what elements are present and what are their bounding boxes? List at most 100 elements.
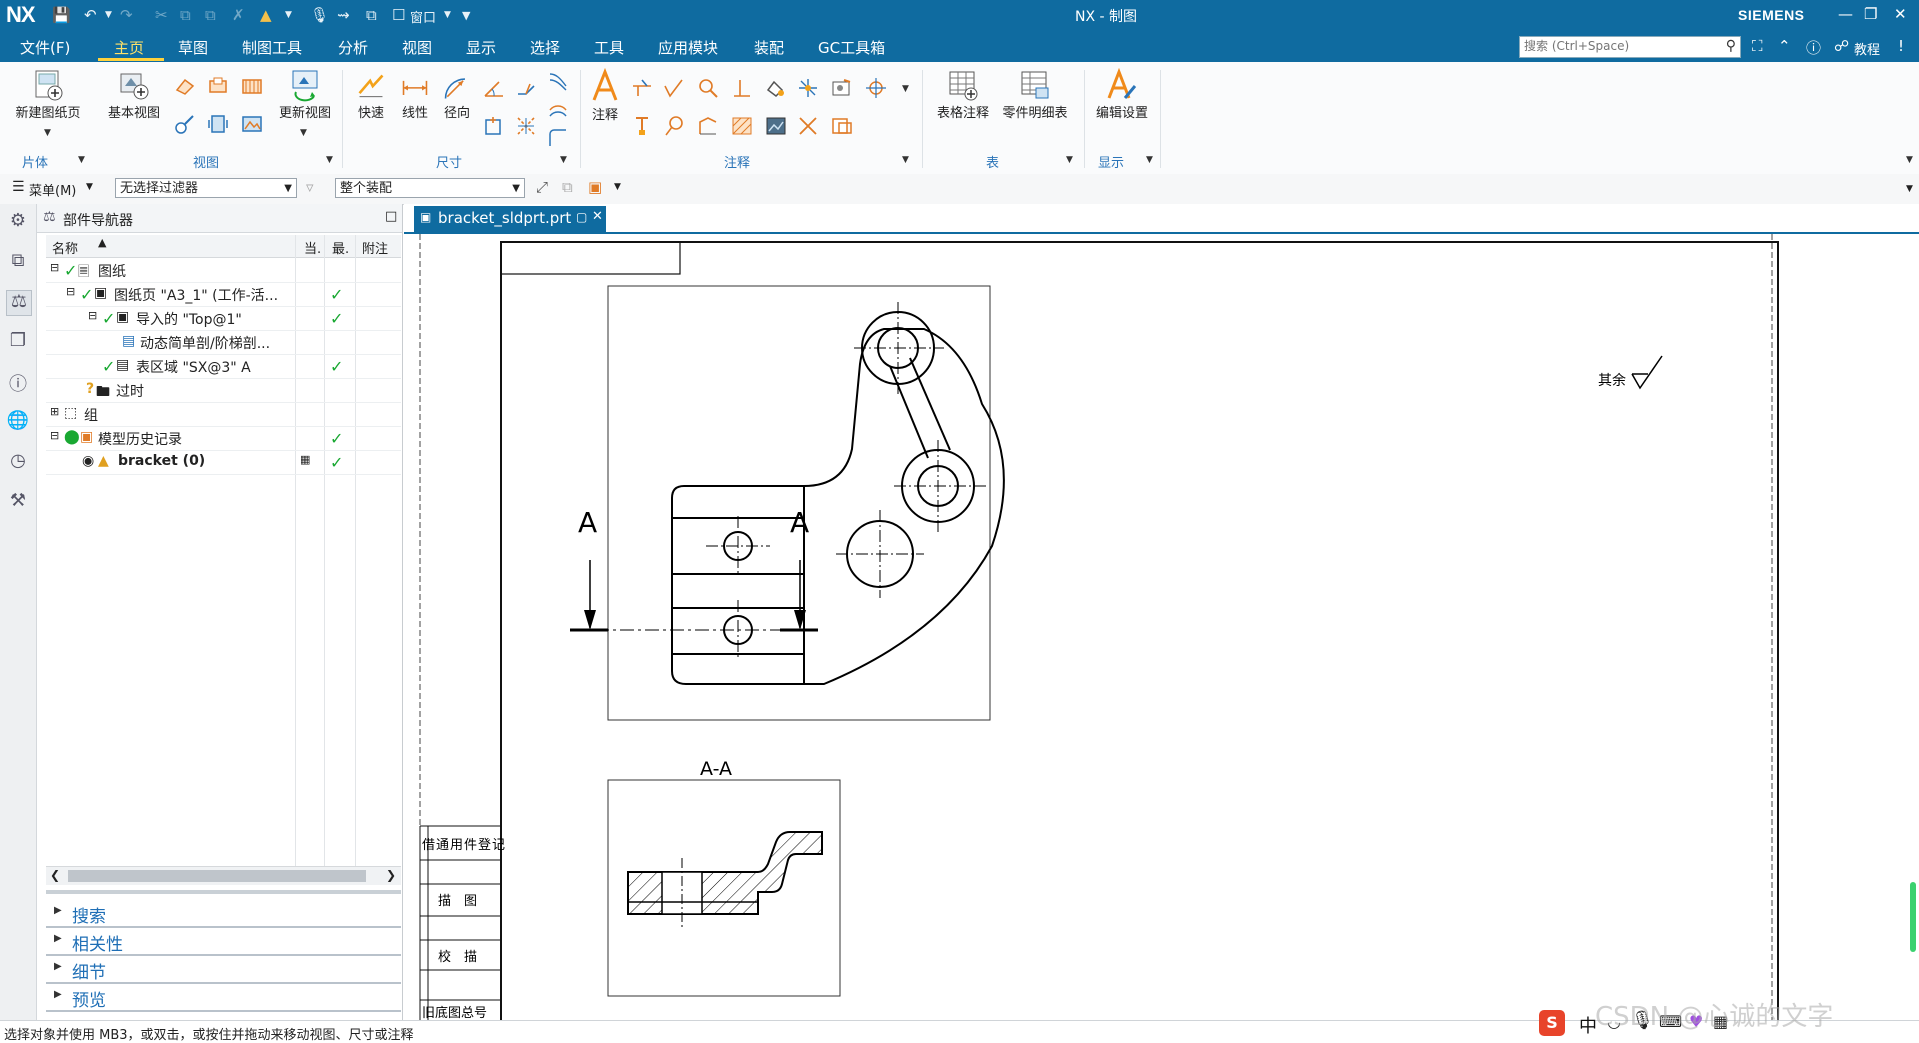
cut-icon[interactable]: ✂	[155, 6, 168, 24]
radial-dimension-button[interactable]: 径向	[436, 72, 478, 121]
web-browser-icon[interactable]: 🌐	[6, 410, 30, 434]
datum-feature-icon[interactable]	[696, 76, 720, 100]
tree-row-section-line[interactable]: ▤ 动态简单剖/阶梯剖...	[46, 330, 401, 355]
expand-icon[interactable]: ⊞	[50, 405, 59, 418]
angular-dimension-icon[interactable]	[482, 76, 506, 100]
search-icon[interactable]: ⚲	[1726, 38, 1736, 54]
table-group-dropdown-icon[interactable]: ▼	[1066, 155, 1073, 165]
drawing-view-icon[interactable]	[240, 112, 264, 136]
tree-row-bracket[interactable]: ◉ ▲ bracket (0) ▦ ✓	[46, 450, 401, 475]
tree-row-groups[interactable]: ⊞ ⬚ 组	[46, 402, 401, 427]
info-icon[interactable]: ⓘ	[6, 370, 30, 395]
ordinate-dimension-icon[interactable]	[482, 114, 506, 138]
parts-list-button[interactable]: 零件明细表	[998, 68, 1072, 121]
checkmark-icon[interactable]: ✓	[102, 309, 115, 328]
thickness-dimension-icon[interactable]	[546, 68, 570, 92]
crosshatch-icon[interactable]	[730, 114, 754, 138]
centerline-icon[interactable]	[864, 76, 888, 100]
menu-view[interactable]: 视图	[402, 37, 432, 58]
menu-display[interactable]: 显示	[466, 37, 496, 58]
scroll-right-icon[interactable]: ❯	[386, 868, 396, 882]
checkmark-icon[interactable]: ✓	[64, 261, 77, 280]
column-latest[interactable]: 最.	[332, 238, 349, 257]
new-sheet-button[interactable]: 新建图纸页	[10, 68, 86, 121]
area-fill-icon[interactable]	[764, 114, 788, 138]
panel-splitter[interactable]	[46, 890, 401, 894]
coordinate-dimension-icon[interactable]	[514, 114, 538, 138]
hole-table-icon[interactable]	[830, 114, 854, 138]
tree-row-sheet[interactable]: ⊟ ✓ ▣ 图纸页 "A3_1" (工作-活... ✓	[46, 282, 401, 307]
undo-dropdown-icon[interactable]: ▼	[105, 10, 112, 20]
toolbar-options-dropdown-icon[interactable]: ▼	[1906, 184, 1913, 194]
tutorial-icon[interactable]: ☍	[1834, 37, 1849, 55]
command-finder-icon[interactable]: ⇝	[337, 6, 350, 24]
ribbon-options-dropdown-icon[interactable]: ▼	[1906, 155, 1913, 165]
dimension-group-dropdown-icon[interactable]: ▼	[560, 155, 567, 165]
weld-symbol-icon[interactable]	[764, 76, 788, 100]
collapse-icon[interactable]: ⊟	[88, 309, 97, 322]
section-dependencies[interactable]: ▶ 相关性	[46, 928, 401, 956]
menu-analysis[interactable]: 分析	[338, 37, 368, 58]
history-clock-icon[interactable]: ◷	[6, 450, 30, 474]
tree-row-outdated[interactable]: ? 🖿 过时	[46, 378, 401, 403]
alert-icon[interactable]: !	[1898, 37, 1904, 55]
minimize-icon[interactable]: —	[1838, 5, 1853, 23]
customize-qat-icon[interactable]: ▼	[462, 9, 470, 22]
delete-icon[interactable]: ✗	[232, 6, 245, 24]
drawing-sheet[interactable]	[404, 234, 1919, 1020]
update-view-dropdown-icon[interactable]: ▼	[300, 128, 307, 138]
assembly-navigator-icon[interactable]: ⧉	[6, 250, 30, 274]
collapse-icon[interactable]: ⊟	[66, 285, 75, 298]
menu-drafting-tools[interactable]: 制图工具	[242, 37, 302, 58]
menu-tools[interactable]: 工具	[594, 37, 624, 58]
detach-tab-icon[interactable]: ▢	[576, 210, 587, 224]
menu-file[interactable]: 文件(F)	[20, 37, 70, 58]
id-symbol-icon[interactable]	[630, 114, 654, 138]
base-view-button[interactable]: 基本视图	[104, 68, 164, 121]
copy-icon[interactable]: ⧉	[180, 6, 191, 24]
linear-dimension-button[interactable]: 线性	[394, 72, 436, 121]
save-icon[interactable]: 💾	[52, 6, 71, 24]
close-icon[interactable]: ✕	[1894, 5, 1907, 23]
view-creation-wizard-icon[interactable]	[206, 112, 230, 136]
vertical-scroll-indicator[interactable]	[1910, 882, 1916, 952]
section-label-left[interactable]: A	[578, 506, 597, 539]
tree-row-drawing[interactable]: ⊟ ✓ 🗏 图纸	[46, 258, 401, 283]
redo-icon[interactable]: ↷	[120, 6, 133, 24]
image-note-icon[interactable]	[830, 76, 854, 100]
scroll-left-icon[interactable]: ❮	[50, 868, 60, 882]
menu-button[interactable]: 菜单(M)	[29, 180, 76, 199]
menu-gc-toolkit[interactable]: GC工具箱	[818, 37, 885, 58]
part-navigator-icon[interactable]: ⚖	[6, 290, 32, 316]
edit-settings-button[interactable]: 编辑设置	[1090, 68, 1154, 121]
menu-lines-icon[interactable]: ☰	[12, 179, 25, 195]
microphone-icon[interactable]: 🎙	[310, 6, 329, 24]
balloon-icon[interactable]	[662, 114, 686, 138]
tutorial-label[interactable]: 教程	[1854, 39, 1880, 58]
touch-mode-icon[interactable]: ▲	[260, 6, 272, 24]
section-search[interactable]: ▶ 搜索	[46, 900, 401, 928]
snap-point-icon[interactable]: ▣	[588, 178, 602, 196]
menu-select[interactable]: 选择	[530, 37, 560, 58]
column-current[interactable]: 当.	[304, 238, 321, 257]
reset-filter-icon[interactable]: ▿	[306, 178, 314, 196]
selection-intent-icon[interactable]: ⤢	[536, 178, 548, 196]
projected-view-icon[interactable]	[173, 74, 197, 98]
column-name[interactable]: 名称	[52, 238, 78, 257]
column-note[interactable]: 附注	[362, 238, 388, 257]
arc-length-icon[interactable]	[546, 98, 570, 122]
sogou-ime-icon[interactable]: S	[1539, 1010, 1565, 1036]
snap-dropdown-icon[interactable]: ▼	[614, 182, 621, 192]
tree-row-table-region[interactable]: ✓ ▤ 表区域 "SX@3" A ✓	[46, 354, 401, 379]
scrollbar-thumb[interactable]	[68, 870, 366, 882]
note-button[interactable]: 注释	[586, 66, 624, 123]
checkmark-icon[interactable]: ✓	[80, 285, 93, 304]
undo-icon[interactable]: ↶	[84, 6, 97, 24]
help-icon[interactable]: ⓘ	[1806, 37, 1821, 58]
fullscreen-icon[interactable]: ⛶	[1752, 37, 1763, 55]
chamfer-dimension-icon[interactable]	[514, 76, 538, 100]
section-label-right[interactable]: A	[790, 506, 809, 539]
surface-finish-icon[interactable]	[662, 76, 686, 100]
command-search-input[interactable]	[1520, 37, 1718, 55]
paste-icon[interactable]: ⧉	[205, 6, 216, 24]
